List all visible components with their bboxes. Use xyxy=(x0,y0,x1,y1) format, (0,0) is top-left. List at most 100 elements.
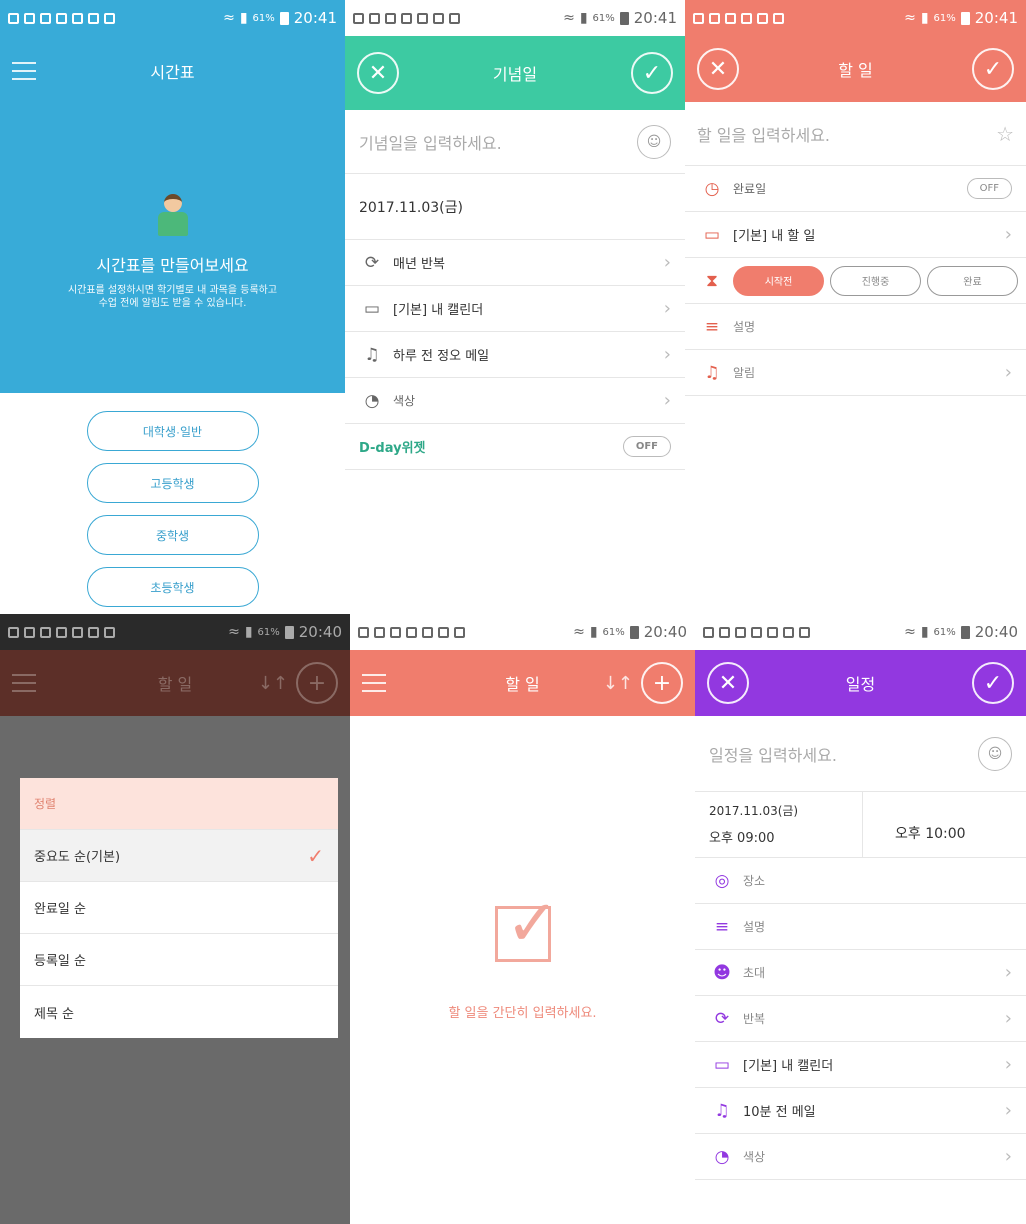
chevron-right-icon: › xyxy=(663,344,671,365)
place-row[interactable]: ◎ 장소 xyxy=(695,858,1026,904)
schedule-screen: ≈ ▮ 61% 20:40 ✕ 일정 ✓ 일정을 입력하세요. ☺ 2017.1… xyxy=(695,614,1026,1224)
invite-label: 초대 xyxy=(743,966,766,980)
level-middle-school-button[interactable]: 중학생 xyxy=(86,515,259,555)
start-time-cell[interactable]: 2017.11.03(금) 오후 09:00 xyxy=(695,792,863,857)
chevron-right-icon: › xyxy=(663,298,671,319)
battery-icon xyxy=(619,11,629,25)
chevron-right-icon: › xyxy=(663,252,671,273)
schedule-date: 2017.11.03(금) xyxy=(709,804,799,818)
location-pin-icon: ◎ xyxy=(714,870,730,891)
menu-icon[interactable] xyxy=(12,62,36,80)
dday-toggle[interactable]: OFF xyxy=(622,436,671,457)
level-university-button[interactable]: 대학생·일반 xyxy=(86,411,259,451)
sort-option-importance[interactable]: 중요도 순(기본) ✓ xyxy=(20,830,338,882)
signal-icon: ▮ xyxy=(589,624,598,640)
invite-row[interactable]: ☻ 초대 › xyxy=(695,950,1026,996)
confirm-check-icon[interactable]: ✓ xyxy=(972,662,1014,704)
todo-sort-screen: ≈ ▮ 61% 20:40 할 일 ↓↑ + 정렬 중요도 순(기본) ✓ 완료… xyxy=(0,614,350,1224)
close-icon[interactable]: ✕ xyxy=(707,662,749,704)
sort-option-label: 등록일 순 xyxy=(34,954,86,969)
date-row[interactable]: 2017.11.03(금) xyxy=(345,174,685,240)
list-label: [기본] 내 할 일 xyxy=(733,229,816,244)
status-not-started[interactable]: 시작전 xyxy=(733,265,824,296)
level-elementary-button[interactable]: 초등학생 xyxy=(86,567,259,607)
chevron-right-icon: › xyxy=(663,390,671,411)
due-date-toggle[interactable]: OFF xyxy=(966,178,1012,199)
alert-row[interactable]: ♫ 하루 전 정오 메일 › xyxy=(345,332,685,378)
anniversary-screen: ≈ ▮ 61% 20:41 ✕ 기념일 ✓ 기념일을 입력하세요. ☺ 2017… xyxy=(345,0,685,610)
calendar-label: [기본] 내 캘린더 xyxy=(393,303,484,318)
status-time: 20:41 xyxy=(633,9,677,27)
sort-icon[interactable]: ↓↑ xyxy=(603,673,633,694)
note-icon: ≡ xyxy=(704,316,720,337)
app-bar: ✕ 할 일 ✓ xyxy=(685,36,1026,102)
description-row[interactable]: ≡ 설명 xyxy=(695,904,1026,950)
end-time-cell[interactable]: 오후 10:00 xyxy=(863,792,1026,857)
sort-option-label: 제목 순 xyxy=(34,1006,75,1022)
add-icon[interactable]: + xyxy=(296,662,338,704)
anniversary-input[interactable]: 기념일을 입력하세요. xyxy=(359,130,637,154)
status-bar: ≈ ▮ 61% 20:41 xyxy=(345,0,685,36)
dday-widget-row: D-day위젯 OFF xyxy=(345,424,685,470)
empty-state-text: 할 일을 간단히 입력하세요. xyxy=(448,1006,597,1021)
battery-icon xyxy=(960,11,970,25)
calendar-row[interactable]: ▭ [기본] 내 캘린더 › xyxy=(345,286,685,332)
alarm-clock-icon: ◷ xyxy=(704,178,720,199)
dialog-backdrop[interactable]: 정렬 중요도 순(기본) ✓ 완료일 순 등록일 순 제목 순 xyxy=(0,716,350,1224)
alert-row[interactable]: ♫ 10분 전 메일 › xyxy=(695,1088,1026,1134)
description-label: 설명 xyxy=(733,320,756,334)
date-value: 2017.11.03(금) xyxy=(359,199,463,216)
status-done[interactable]: 완료 xyxy=(927,265,1018,296)
repeat-row[interactable]: ⟳ 반복 › xyxy=(695,996,1026,1042)
star-icon[interactable]: ☆ xyxy=(996,122,1014,146)
chevron-right-icon: › xyxy=(1004,1100,1012,1121)
confirm-check-icon[interactable]: ✓ xyxy=(631,52,673,94)
status-in-progress[interactable]: 진행중 xyxy=(830,265,921,296)
color-label: 색상 xyxy=(393,394,416,408)
checkbox-icon: ✓ xyxy=(494,887,559,962)
color-row[interactable]: ◔ 색상 › xyxy=(345,378,685,424)
battery-percent: 61% xyxy=(933,626,956,638)
alarm-row[interactable]: ♫ 알림 › xyxy=(685,350,1026,396)
emoji-icon[interactable]: ☺ xyxy=(637,124,671,159)
add-icon[interactable]: + xyxy=(641,662,683,704)
close-icon[interactable]: ✕ xyxy=(697,48,739,90)
alarm-label: 알림 xyxy=(733,366,756,380)
status-bar: ≈ ▮ 61% 20:40 xyxy=(0,614,350,650)
sort-option-created-date[interactable]: 등록일 순 xyxy=(20,934,338,986)
wifi-icon: ≈ xyxy=(573,624,585,640)
color-row[interactable]: ◔ 색상 › xyxy=(695,1134,1026,1180)
sort-icon[interactable]: ↓↑ xyxy=(258,673,288,694)
wifi-icon: ≈ xyxy=(223,10,235,26)
due-date-label: 완료일 xyxy=(733,182,767,196)
sort-option-due-date[interactable]: 완료일 순 xyxy=(20,882,338,934)
todo-input[interactable]: 할 일을 입력하세요. xyxy=(697,122,996,146)
sort-option-title[interactable]: 제목 순 xyxy=(20,986,338,1038)
person-icon: ☻ xyxy=(713,962,731,983)
todo-input-row[interactable]: 할 일을 입력하세요. ☆ xyxy=(685,102,1026,166)
close-icon[interactable]: ✕ xyxy=(357,52,399,94)
calendar-row[interactable]: ▭ [기본] 내 캘린더 › xyxy=(695,1042,1026,1088)
battery-icon xyxy=(960,625,970,639)
battery-icon xyxy=(284,625,294,639)
schedule-input[interactable]: 일정을 입력하세요. xyxy=(709,742,978,766)
menu-icon[interactable] xyxy=(12,674,36,692)
level-high-school-button[interactable]: 고등학생 xyxy=(86,463,259,503)
emoji-icon[interactable]: ☺ xyxy=(978,736,1012,771)
status-time: 20:40 xyxy=(974,623,1018,641)
repeat-row[interactable]: ⟳ 매년 반복 › xyxy=(345,240,685,286)
menu-icon[interactable] xyxy=(362,674,386,692)
anniversary-input-row[interactable]: 기념일을 입력하세요. ☺ xyxy=(345,110,685,174)
check-icon: ✓ xyxy=(307,843,324,868)
list-row[interactable]: ▭ [기본] 내 할 일 › xyxy=(685,212,1026,258)
status-time: 20:41 xyxy=(974,9,1018,27)
repeat-label: 반복 xyxy=(743,1012,766,1026)
confirm-check-icon[interactable]: ✓ xyxy=(972,48,1014,90)
timetable-header-area: ≈ ▮ 61% 20:41 시간표 시간표를 만들어보세요 시간표를 설정하시면… xyxy=(0,0,345,393)
battery-percent: 61% xyxy=(257,626,280,638)
description-row[interactable]: ≡ 설명 xyxy=(685,304,1026,350)
calendar-icon: ▭ xyxy=(713,1054,731,1075)
hero: 시간표를 만들어보세요 시간표를 설정하시면 학기별로 내 과목을 등록하고 수… xyxy=(0,106,345,310)
schedule-input-row[interactable]: 일정을 입력하세요. ☺ xyxy=(695,716,1026,792)
palette-icon: ◔ xyxy=(714,1146,730,1167)
